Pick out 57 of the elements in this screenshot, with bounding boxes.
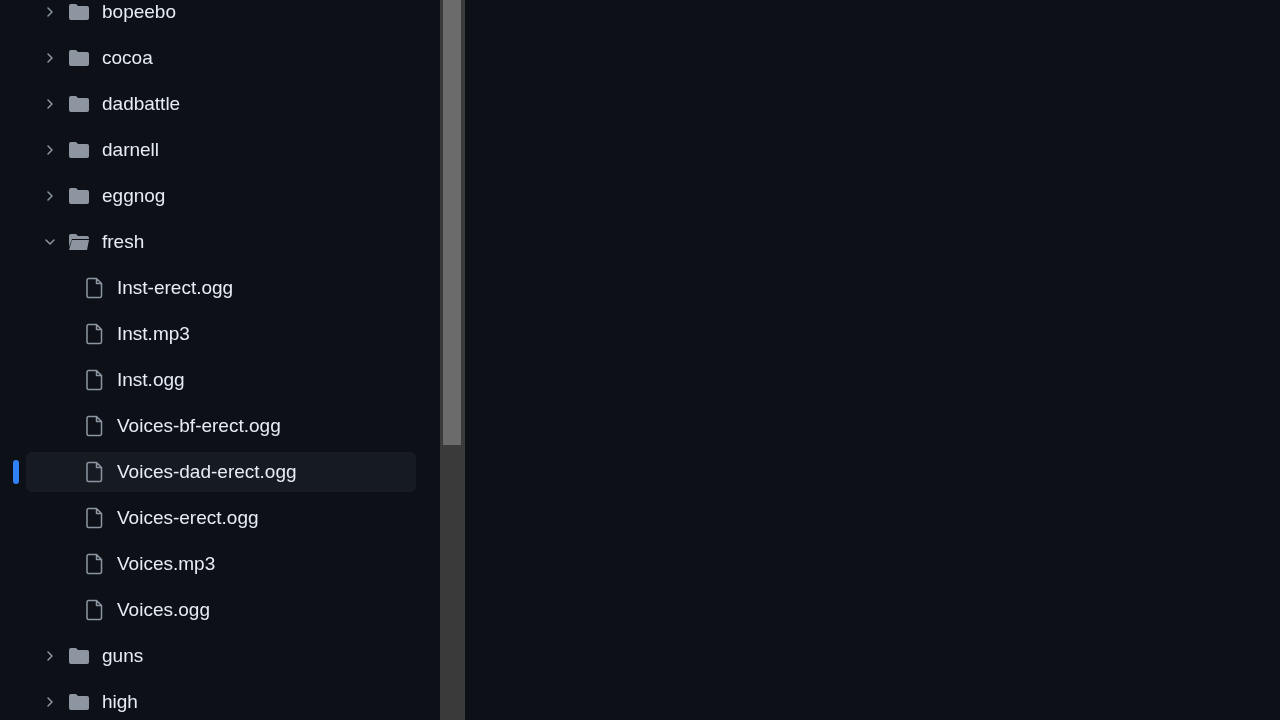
file-row[interactable]: Voices.mp3 [26, 544, 416, 584]
file-icon [86, 277, 104, 299]
folder-row[interactable]: dadbattle [26, 84, 416, 124]
folder-row[interactable]: bopeebo [26, 0, 416, 32]
folder-row[interactable]: guns [26, 636, 416, 676]
chevron-right-icon[interactable] [44, 696, 56, 708]
file-row[interactable]: Voices-erect.ogg [26, 498, 416, 538]
folder-row[interactable]: high [26, 682, 416, 720]
folder-row[interactable]: cocoa [26, 38, 416, 78]
chevron-down-icon[interactable] [44, 236, 56, 248]
file-name: Voices-erect.ogg [117, 505, 259, 530]
folder-row[interactable]: eggnog [26, 176, 416, 216]
folder-name: dadbattle [102, 91, 181, 116]
chevron-right-icon[interactable] [44, 650, 56, 662]
folder-name: bopeebo [102, 0, 176, 24]
folder-icon [68, 141, 90, 159]
file-row[interactable]: Voices-bf-erect.ogg [26, 406, 416, 446]
file-name: Voices-bf-erect.ogg [117, 413, 281, 438]
file-row[interactable]: Voices.ogg [26, 590, 416, 630]
file-icon [86, 323, 104, 345]
folder-name: fresh [102, 229, 145, 254]
file-icon [86, 553, 104, 575]
file-icon [86, 415, 104, 437]
folder-icon [68, 647, 90, 665]
folder-name: cocoa [102, 45, 153, 70]
folder-icon [68, 95, 90, 113]
chevron-right-icon[interactable] [44, 98, 56, 110]
file-name: Inst-erect.ogg [117, 275, 234, 300]
chevron-right-icon[interactable] [44, 6, 56, 18]
folder-name: eggnog [102, 183, 166, 208]
chevron-right-icon[interactable] [44, 190, 56, 202]
scrollbar-thumb[interactable] [443, 0, 461, 445]
folder-icon [68, 49, 90, 67]
file-name: Voices-dad-erect.ogg [117, 459, 297, 484]
folder-name: darnell [102, 137, 160, 162]
file-row[interactable]: Inst-erect.ogg [26, 268, 416, 308]
folder-row[interactable]: darnell [26, 130, 416, 170]
folder-icon [68, 3, 90, 21]
file-name: Voices.ogg [117, 597, 210, 622]
file-name: Voices.mp3 [117, 551, 216, 576]
file-name: Inst.mp3 [117, 321, 190, 346]
folder-row[interactable]: fresh [26, 222, 416, 262]
file-icon [86, 461, 104, 483]
file-name: Inst.ogg [117, 367, 185, 392]
file-icon [86, 369, 104, 391]
file-row[interactable]: Inst.mp3 [26, 314, 416, 354]
chevron-right-icon[interactable] [44, 52, 56, 64]
folder-name: high [102, 689, 138, 714]
folder-name: guns [102, 643, 144, 668]
open-folder-icon [68, 233, 90, 251]
file-row[interactable]: Inst.ogg [26, 360, 416, 400]
file-row[interactable]: Voices-dad-erect.ogg [26, 452, 416, 492]
folder-icon [68, 187, 90, 205]
folder-icon [68, 693, 90, 711]
file-icon [86, 507, 104, 529]
chevron-right-icon[interactable] [44, 144, 56, 156]
file-icon [86, 599, 104, 621]
